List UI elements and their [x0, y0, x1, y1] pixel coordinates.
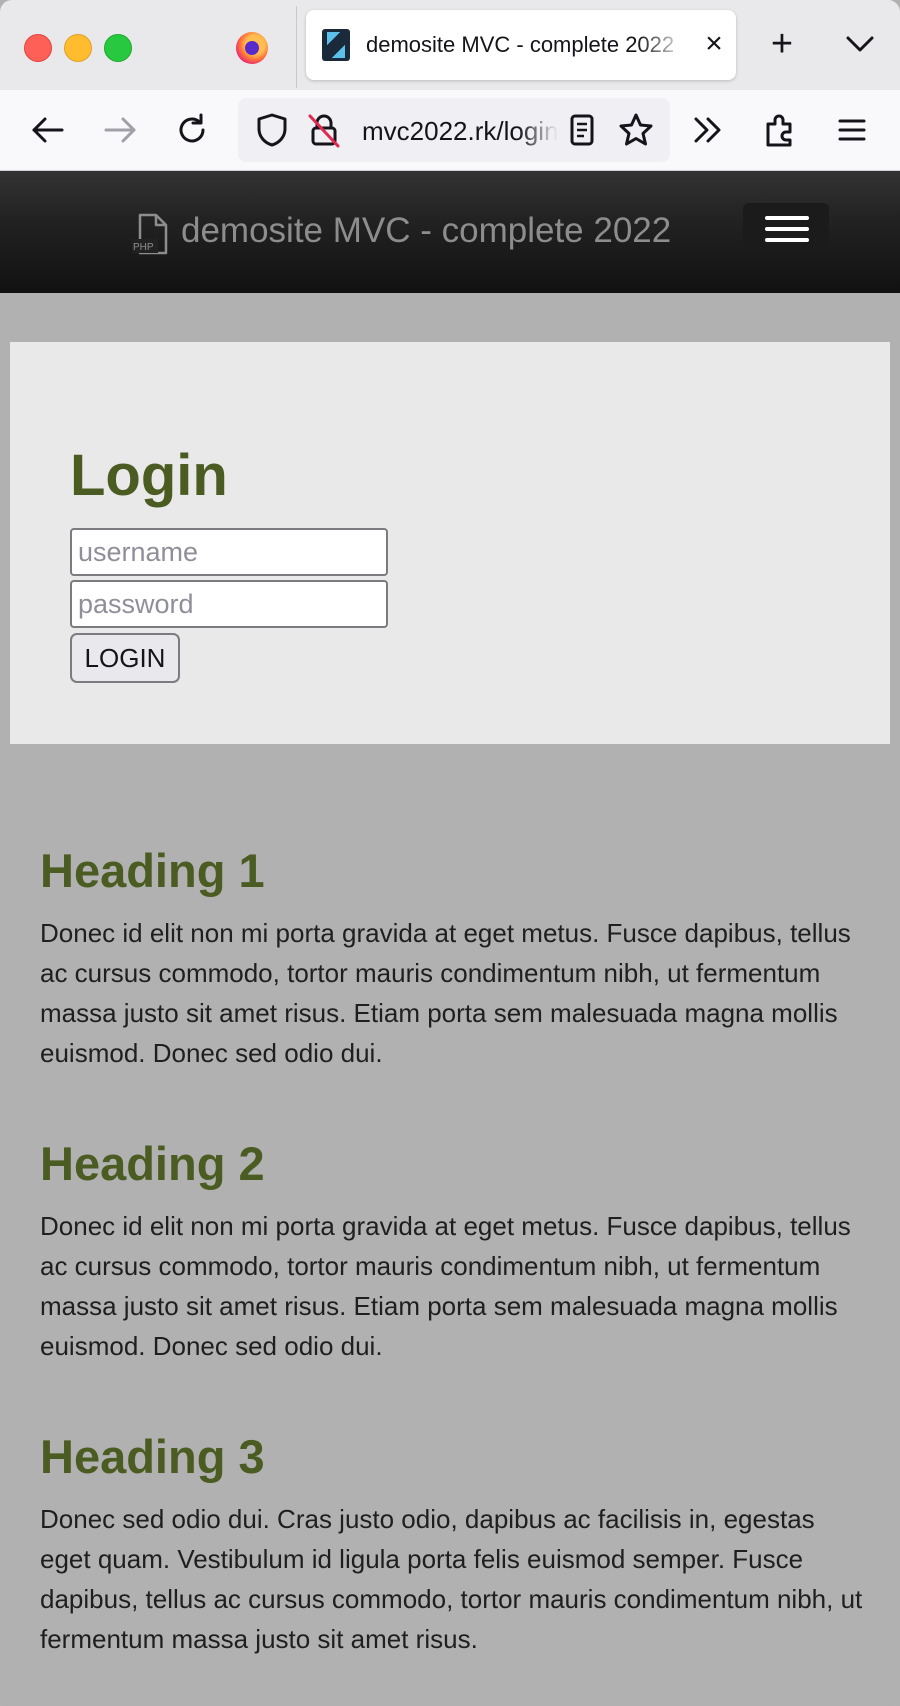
- login-panel: Login LOGIN: [10, 342, 890, 744]
- content-section-3: Heading 3 Donec sed odio dui. Cras justo…: [40, 1429, 870, 1659]
- section-heading: Heading 1: [40, 844, 265, 897]
- overflow-chevrons-icon[interactable]: [688, 110, 728, 150]
- star-icon[interactable]: [616, 110, 656, 150]
- browser-window: demosite MVC - complete 2022 × + mvc2022…: [0, 0, 900, 1706]
- menu-toggle-button[interactable]: [743, 203, 829, 255]
- zoom-window-button[interactable]: [104, 34, 132, 62]
- navigation-toolbar: mvc2022.rk/login: [0, 90, 900, 171]
- plus-icon[interactable]: +: [762, 24, 802, 64]
- section-text: Donec sed odio dui. Cras justo odio, dap…: [40, 1504, 863, 1654]
- reader-view-icon[interactable]: [562, 110, 602, 150]
- hamburger-menu-icon[interactable]: [832, 110, 872, 150]
- section-text: Donec id elit non mi porta gravida at eg…: [40, 1211, 851, 1361]
- brand-title[interactable]: demosite MVC - complete 2022: [181, 211, 671, 251]
- tab-divider: [296, 6, 297, 88]
- site-favicon: [322, 29, 350, 61]
- site-header: PHP demosite MVC - complete 2022: [0, 171, 900, 293]
- chevron-down-icon[interactable]: [840, 28, 880, 64]
- php-file-icon[interactable]: PHP: [132, 213, 170, 257]
- username-input[interactable]: [70, 528, 388, 576]
- content-section-1: Heading 1 Donec id elit non mi porta gra…: [40, 843, 870, 1073]
- section-text: Donec id elit non mi porta gravida at eg…: [40, 918, 851, 1068]
- extensions-icon[interactable]: [760, 110, 800, 150]
- close-icon[interactable]: ×: [694, 24, 734, 64]
- url-text[interactable]: mvc2022.rk/login: [362, 116, 558, 147]
- firefox-icon[interactable]: [236, 32, 268, 64]
- reload-icon[interactable]: [172, 110, 212, 150]
- login-heading: Login: [70, 443, 228, 508]
- shield-icon[interactable]: [252, 110, 292, 150]
- close-window-button[interactable]: [24, 34, 52, 62]
- password-input[interactable]: [70, 580, 388, 628]
- tab-title: demosite MVC - complete 2022: [366, 32, 675, 57]
- login-button[interactable]: LOGIN: [70, 633, 180, 683]
- tab-active[interactable]: demosite MVC - complete 2022 ×: [306, 10, 736, 80]
- section-heading: Heading 2: [40, 1137, 265, 1190]
- back-arrow-icon[interactable]: [28, 110, 68, 150]
- tab-strip: demosite MVC - complete 2022 × +: [0, 0, 900, 90]
- insecure-lock-icon[interactable]: [304, 110, 344, 150]
- php-icon-label: PHP: [133, 242, 154, 253]
- minimize-window-button[interactable]: [64, 34, 92, 62]
- content-section-2: Heading 2 Donec id elit non mi porta gra…: [40, 1136, 870, 1366]
- url-bar[interactable]: mvc2022.rk/login: [238, 98, 670, 162]
- section-heading: Heading 3: [40, 1430, 265, 1483]
- forward-arrow-icon[interactable]: [100, 110, 140, 150]
